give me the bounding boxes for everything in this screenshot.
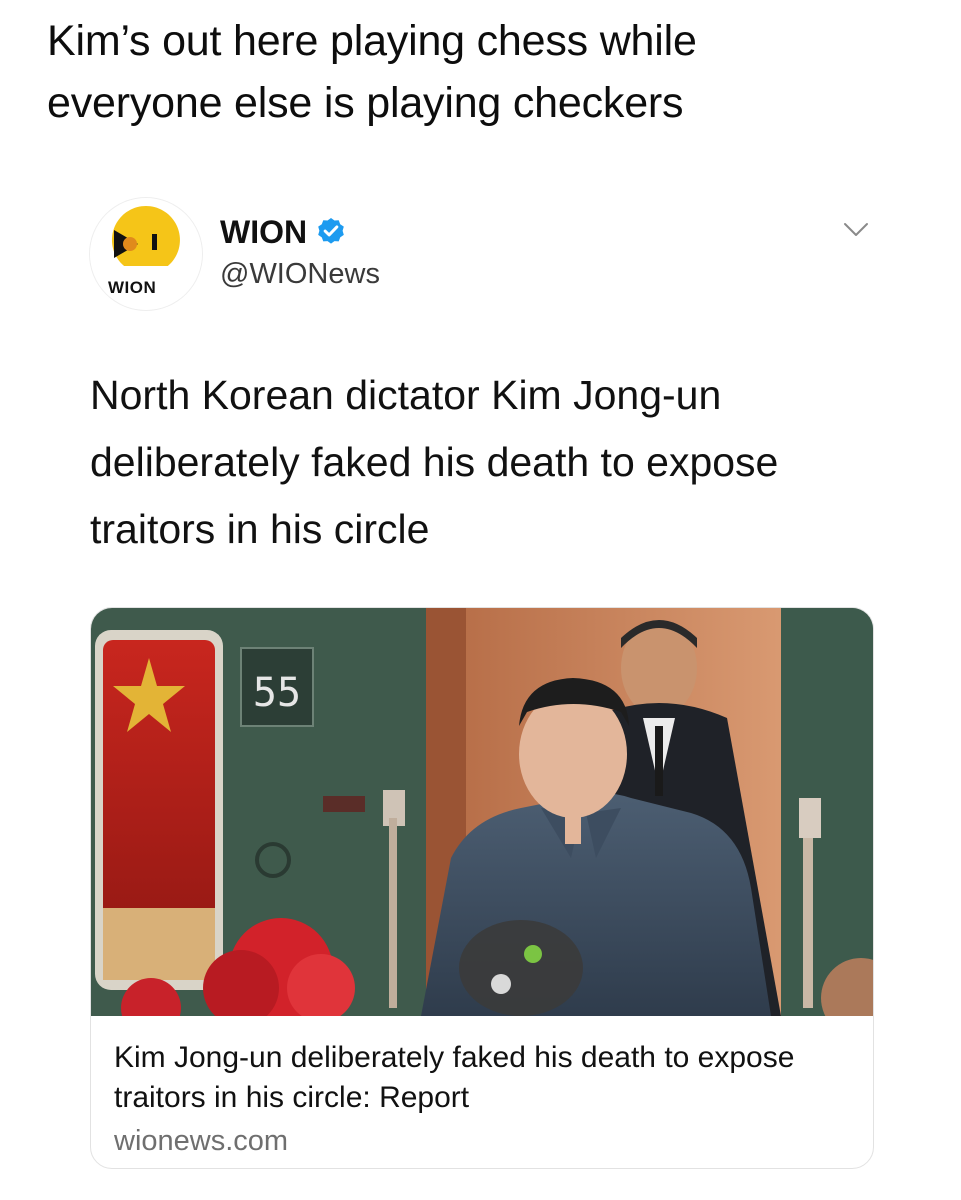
- tweet-header: WION WION @WIONews: [90, 198, 890, 318]
- chevron-down-icon[interactable]: [840, 218, 872, 242]
- name-row: WION: [220, 212, 347, 252]
- meme-caption: Kim’s out here playing chess while every…: [47, 10, 927, 134]
- avatar[interactable]: WION: [90, 198, 202, 310]
- train-number: 55: [253, 670, 301, 716]
- card-text[interactable]: Kim Jong-un deliberately faked his death…: [114, 1038, 854, 1160]
- verified-badge-icon: [318, 218, 344, 244]
- article-photo[interactable]: 55: [91, 608, 873, 1016]
- card-domain[interactable]: wionews.com: [114, 1122, 854, 1160]
- avatar-logo-text: WION: [108, 278, 157, 297]
- tweet-text: North Korean dictator Kim Jong-un delibe…: [90, 372, 779, 552]
- user-handle[interactable]: @WIONews: [220, 258, 380, 291]
- caption-line-2: everyone else is playing checkers: [47, 79, 684, 127]
- caption-line-1: Kim’s out here playing chess while: [47, 17, 697, 65]
- link-card[interactable]: 55 Kim Jong-un deliberately faked his de…: [90, 607, 874, 1169]
- display-name[interactable]: WION: [220, 214, 307, 251]
- card-title[interactable]: Kim Jong-un deliberately faked his death…: [114, 1038, 854, 1118]
